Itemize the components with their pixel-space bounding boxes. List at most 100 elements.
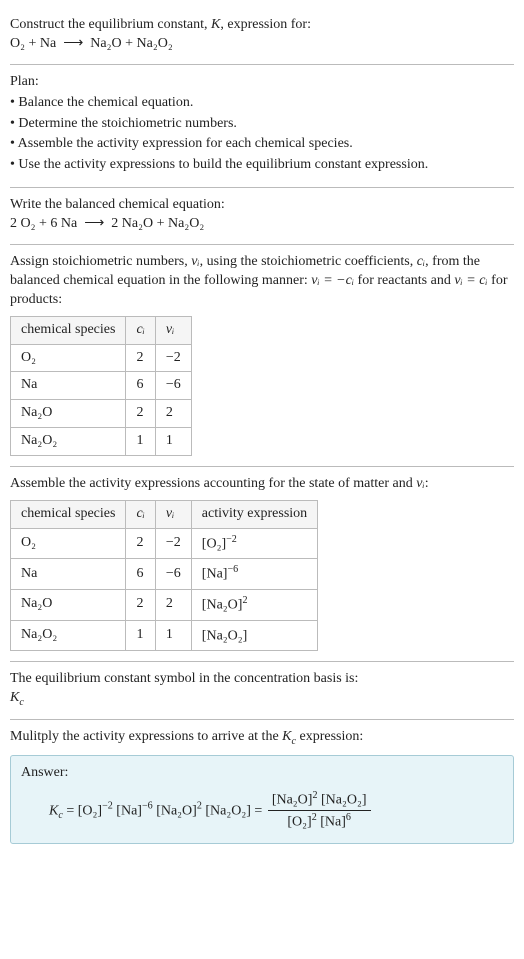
symbol-section: The equilibrium constant symbol in the c… <box>10 662 514 720</box>
term-exp: −6 <box>142 800 153 811</box>
plan-bullet: • Assemble the activity expression for e… <box>10 135 514 154</box>
txt: for reactants and <box>354 273 454 288</box>
act-base: [Na₂O] <box>202 598 243 613</box>
term-base: [Na₂O] <box>272 792 313 807</box>
table-header-row: chemical species cᵢ νᵢ activity expressi… <box>11 501 318 529</box>
col-nu: νᵢ <box>155 316 191 344</box>
unbalanced-equation: O₂ + Na ⟶ Na₂O + Na₂O₂ <box>10 35 514 54</box>
ci-header: cᵢ <box>136 506 144 521</box>
fraction-denominator: [O₂]2 [Na]6 <box>268 811 371 833</box>
txt: expression: <box>296 729 363 744</box>
term-exp: 2 <box>312 812 317 823</box>
cell-species: Na₂O <box>11 400 126 428</box>
act-base: [Na₂O₂] <box>202 628 248 643</box>
nu-header: νᵢ <box>166 506 174 521</box>
table-row: Na₂O 2 2 [Na₂O]2 <box>11 590 318 621</box>
ci-header: cᵢ <box>136 322 144 337</box>
balanced-equation: 2 O₂ + 6 Na ⟶ 2 Na₂O + Na₂O₂ <box>10 215 514 234</box>
term-base: [Na₂O] <box>156 803 197 818</box>
equals: = <box>63 803 78 818</box>
activity-table: chemical species cᵢ νᵢ activity expressi… <box>10 500 318 651</box>
table-row: Na₂O₂ 1 1 <box>11 428 192 456</box>
balanced-lhs: 2 O₂ + 6 Na <box>10 216 77 231</box>
term-exp: 6 <box>346 812 351 823</box>
table-row: O₂ 2 −2 <box>11 344 192 372</box>
nu-symbol: νᵢ <box>191 254 199 269</box>
fraction: [Na₂O]2 [Na₂O₂] [O₂]2 [Na]6 <box>268 789 371 833</box>
cell-nu: −2 <box>155 344 191 372</box>
nu-symbol: νᵢ <box>416 476 424 491</box>
cell-species: Na₂O₂ <box>11 428 126 456</box>
reaction-arrow: ⟶ <box>63 36 83 51</box>
symbol-text: The equilibrium constant symbol in the c… <box>10 670 514 689</box>
plan-bullet: • Use the activity expressions to build … <box>10 156 514 175</box>
stoich-text: Assign stoichiometric numbers, νᵢ, using… <box>10 253 514 310</box>
col-c: cᵢ <box>126 501 155 529</box>
c-subscript: c <box>19 697 23 708</box>
plan-section: Plan: • Balance the chemical equation. •… <box>10 65 514 188</box>
cell-activity: [Na]−6 <box>191 559 317 590</box>
balanced-heading: Write the balanced chemical equation: <box>10 196 514 215</box>
table-header-row: chemical species cᵢ νᵢ <box>11 316 192 344</box>
cell-nu: −6 <box>155 372 191 400</box>
cell-c: 2 <box>126 344 155 372</box>
table-row: Na 6 −6 <box>11 372 192 400</box>
plan-heading: Plan: <box>10 73 514 92</box>
cell-nu: 1 <box>155 620 191 651</box>
term-exp: 2 <box>197 800 202 811</box>
term-base: [Na] <box>116 803 142 818</box>
k-symbol: K <box>211 17 220 32</box>
activity-section: Assemble the activity expressions accoun… <box>10 467 514 662</box>
txt: , using the stoichiometric coefficients, <box>200 254 417 269</box>
cell-nu: 2 <box>155 590 191 621</box>
plan-bullet: • Determine the stoichiometric numbers. <box>10 115 514 134</box>
cell-activity: [Na₂O]2 <box>191 590 317 621</box>
table-row: Na₂O 2 2 <box>11 400 192 428</box>
answer-label: Answer: <box>21 764 503 783</box>
term-base: [Na₂O₂] <box>321 792 367 807</box>
table-row: O₂ 2 −2 [O₂]−2 <box>11 528 318 559</box>
cell-c: 6 <box>126 559 155 590</box>
cell-species: Na₂O₂ <box>11 620 126 651</box>
cell-nu: 1 <box>155 428 191 456</box>
act-exp: −6 <box>227 564 238 575</box>
cell-activity: [Na₂O₂] <box>191 620 317 651</box>
act-exp: 2 <box>242 595 247 606</box>
kc-expression: Kc = [O₂]−2 [Na]−6 [Na₂O]2 [Na₂O₂] = [Na… <box>21 783 503 835</box>
answer-box: Answer: Kc = [O₂]−2 [Na]−6 [Na₂O]2 [Na₂O… <box>10 755 514 844</box>
table-row: Na₂O₂ 1 1 [Na₂O₂] <box>11 620 318 651</box>
act-base: [O₂] <box>202 537 226 552</box>
intro-section: Construct the equilibrium constant, K, e… <box>10 8 514 65</box>
table-row: Na 6 −6 [Na]−6 <box>11 559 318 590</box>
reaction-lhs: O₂ + Na <box>10 36 56 51</box>
ci-symbol: cᵢ <box>417 254 425 269</box>
cell-species: Na <box>11 559 126 590</box>
cell-species: Na₂O <box>11 590 126 621</box>
fraction-numerator: [Na₂O]2 [Na₂O₂] <box>268 789 371 812</box>
cell-nu: 2 <box>155 400 191 428</box>
cell-c: 2 <box>126 528 155 559</box>
prompt-line: Construct the equilibrium constant, K, e… <box>10 16 514 35</box>
cell-species: Na <box>11 372 126 400</box>
term-exp: 2 <box>312 790 317 801</box>
cell-activity: [O₂]−2 <box>191 528 317 559</box>
k-letter: K <box>10 690 19 705</box>
term-base: [O₂] <box>287 815 311 830</box>
col-species: chemical species <box>11 316 126 344</box>
equals: = <box>254 803 265 818</box>
reaction-rhs: Na₂O + Na₂O₂ <box>90 36 172 51</box>
cell-species: O₂ <box>11 344 126 372</box>
cell-c: 2 <box>126 400 155 428</box>
term-base: [Na₂O₂] <box>205 803 251 818</box>
plan-bullet: • Balance the chemical equation. <box>10 94 514 113</box>
k-letter: K <box>49 803 58 818</box>
term-exp: −2 <box>102 800 113 811</box>
final-heading: Mulitply the activity expressions to arr… <box>10 728 514 748</box>
balanced-section: Write the balanced chemical equation: 2 … <box>10 188 514 245</box>
term-base: [Na] <box>320 815 346 830</box>
balanced-arrow: ⟶ <box>84 216 104 231</box>
relation: νᵢ = cᵢ <box>454 273 487 288</box>
cell-nu: −6 <box>155 559 191 590</box>
act-base: [Na] <box>202 567 228 582</box>
cell-c: 1 <box>126 428 155 456</box>
